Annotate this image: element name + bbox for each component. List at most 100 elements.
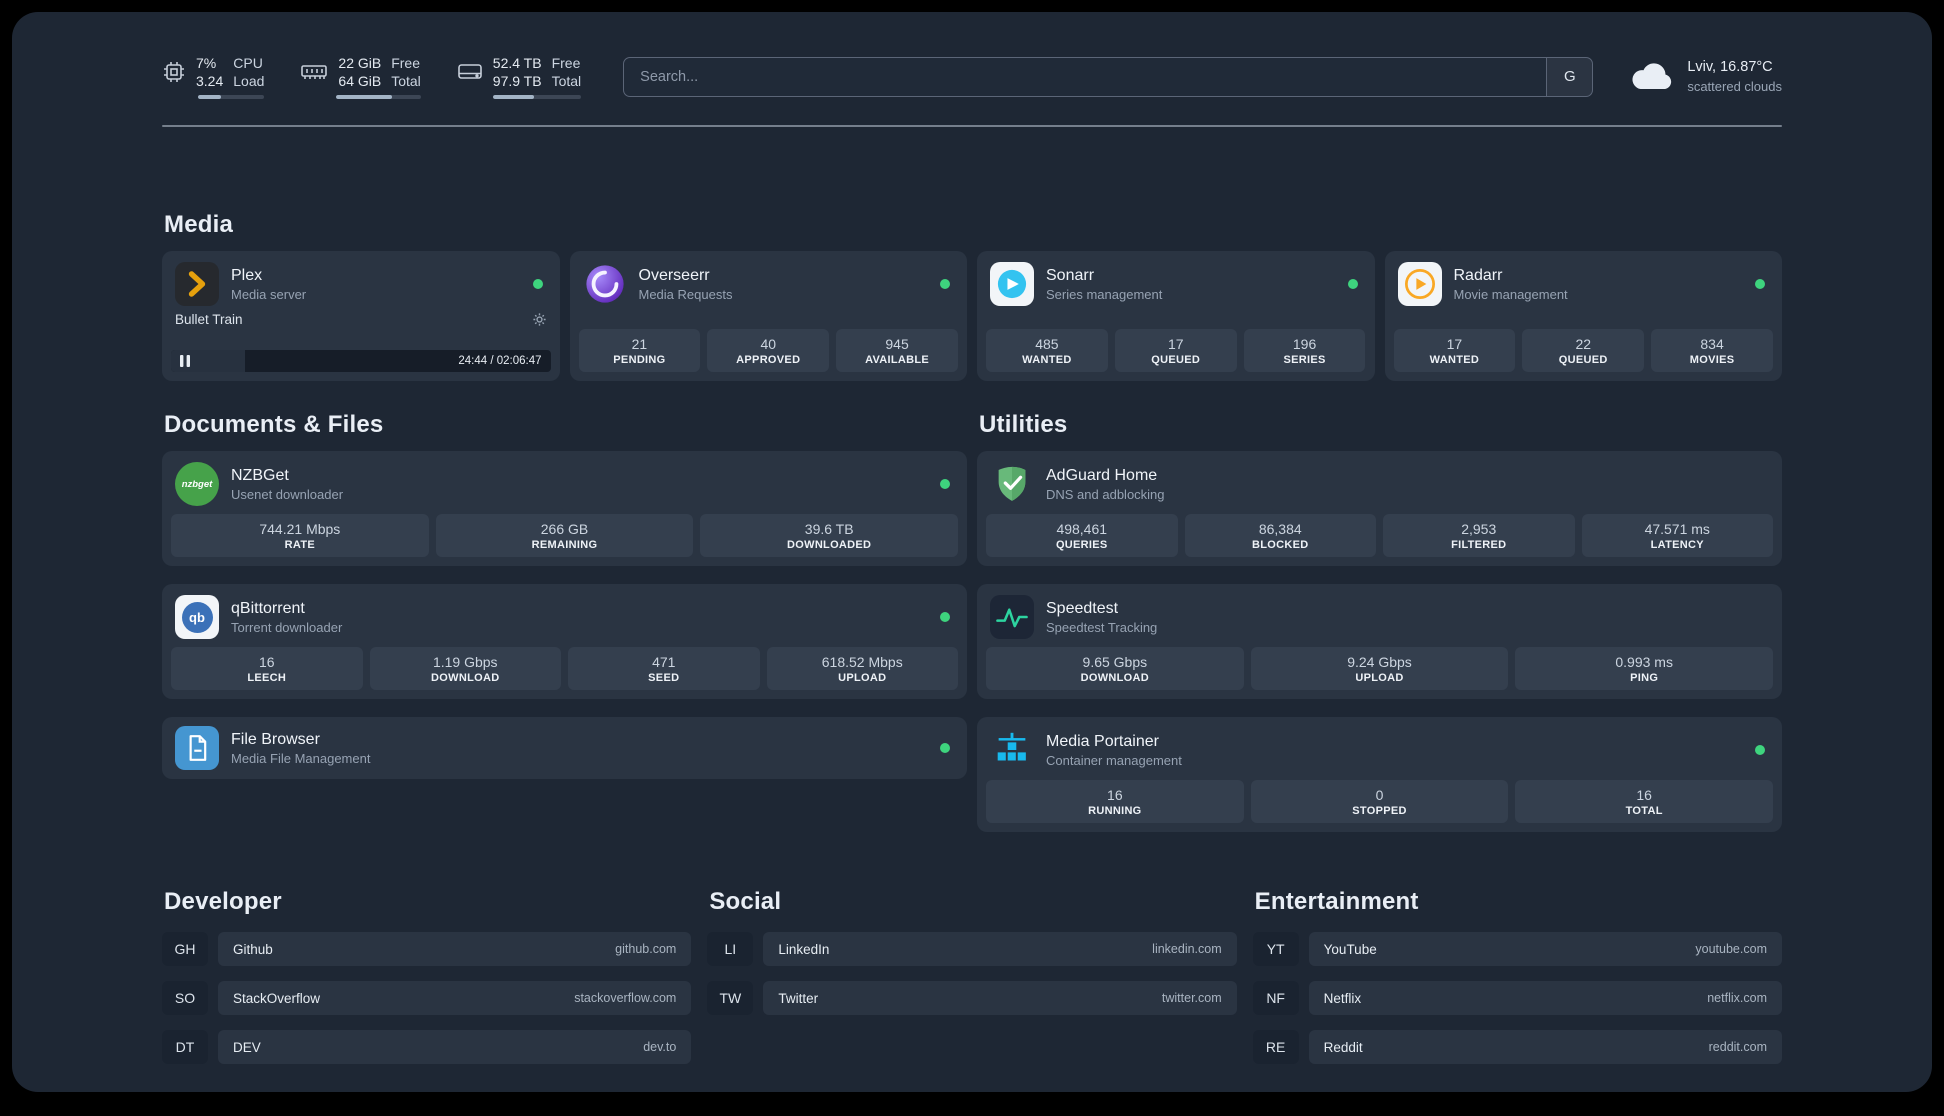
memory-label-1: Free <box>391 55 421 71</box>
radarr-link[interactable]: Radarr Movie management <box>1394 260 1774 308</box>
cpu-icon <box>162 60 186 84</box>
bookmark-github[interactable]: GH Github github.com <box>162 932 692 967</box>
service-subtitle: DNS and adblocking <box>1046 486 1165 502</box>
qbittorrent-stats: 16 LEECH 1.19 Gbps DOWNLOAD 471 SEED 618… <box>171 647 958 691</box>
service-name: AdGuard Home <box>1046 466 1158 484</box>
service-name: Plex <box>231 266 263 284</box>
cpu-label-2: Load <box>233 73 265 90</box>
bookmark-abbr: DT <box>162 1030 208 1065</box>
bookmark-name: StackOverflow <box>233 990 321 1006</box>
bookmark-domain: stackoverflow.com <box>574 991 677 1006</box>
memory-values: 22 GiB 64 GiB <box>338 54 381 90</box>
stat-rate: 744.21 Mbps RATE <box>171 514 429 558</box>
bookmark-domain: twitter.com <box>1161 991 1222 1006</box>
nzbget-link[interactable]: nzbget NZBGet Usenet downloader <box>171 460 958 508</box>
cpu-load: 3.24 <box>196 73 224 90</box>
stat-latency: 47.571 ms LATENCY <box>1581 514 1773 558</box>
bookmark-reddit[interactable]: RE Reddit reddit.com <box>1252 1030 1782 1065</box>
service-name: File Browser <box>231 730 320 748</box>
plex-link[interactable]: Plex Media server <box>171 260 551 308</box>
cpu-label-1: CPU <box>233 55 263 71</box>
stat-series: 196 SERIES <box>1243 329 1366 373</box>
service-name: Media Portainer <box>1046 732 1159 750</box>
filebrowser-icon <box>175 726 219 771</box>
overseerr-link[interactable]: Overseerr Media Requests <box>579 260 959 308</box>
bookmark-name: Github <box>233 941 273 957</box>
header-divider <box>162 125 1782 128</box>
bookmark-youtube[interactable]: YT YouTube youtube.com <box>1252 932 1782 967</box>
overseerr-stats: 21 PENDING 40 APPROVED 945 AVAILABLE <box>578 329 959 373</box>
stat-downloaded: 39.6 TB DOWNLOADED <box>700 514 959 558</box>
section-utilities: Utilities AdGuard Home DNS and adblockin… <box>977 411 1782 833</box>
sonarr-link[interactable]: Sonarr Series management <box>986 260 1366 308</box>
search-provider-button[interactable]: G <box>1546 57 1593 96</box>
disk-label-2: Total <box>551 73 582 90</box>
service-name: Speedtest <box>1046 599 1119 617</box>
stat-running: 16 RUNNING <box>986 780 1244 824</box>
disk-labels: Free Total <box>552 54 582 90</box>
stat-blocked: 86,384 BLOCKED <box>1184 514 1376 558</box>
disk-icon <box>457 60 483 84</box>
cpu-progress-bar <box>198 95 265 100</box>
resource-widgets: 7% 3.24 CPU Load 22 GiB 64 GiB Free Tota… <box>162 54 582 100</box>
sonarr-stats: 485 WANTED 17 QUEUED 196 SERIES <box>986 329 1366 373</box>
search-input[interactable] <box>624 57 1547 96</box>
gear-icon[interactable] <box>532 312 547 327</box>
adguard-link[interactable]: AdGuard Home DNS and adblocking <box>986 460 1773 508</box>
plex-icon <box>175 262 219 307</box>
bookmark-bar: LinkedIn linkedin.com <box>763 932 1237 967</box>
bookmark-bar: DEV dev.to <box>218 1030 692 1065</box>
service-subtitle: Speedtest Tracking <box>1046 619 1158 635</box>
bookmark-twitter[interactable]: TW Twitter twitter.com <box>707 981 1237 1016</box>
bookmark-dev[interactable]: DT DEV dev.to <box>162 1030 692 1065</box>
status-indicator <box>1347 279 1358 290</box>
adguard-shield-icon <box>990 462 1034 506</box>
cpu-labels: CPU Load <box>233 54 264 90</box>
memory-total: 64 GiB <box>338 73 382 90</box>
stat-seed: 471 SEED <box>568 647 760 691</box>
service-subtitle: Media Requests <box>638 286 733 302</box>
bookmark-domain: netflix.com <box>1707 991 1767 1006</box>
developer-section-title: Developer <box>164 888 282 916</box>
speedtest-link[interactable]: Speedtest Speedtest Tracking <box>986 593 1773 641</box>
bookmark-name: YouTube <box>1323 941 1377 957</box>
speedtest-pulse-icon <box>990 595 1034 640</box>
card-filebrowser: File Browser Media File Management <box>162 717 967 780</box>
bookmark-netflix[interactable]: NF Netflix netflix.com <box>1252 981 1782 1016</box>
sonarr-icon <box>990 262 1034 307</box>
utilities-section-title: Utilities <box>979 411 1068 439</box>
status-indicator <box>940 612 950 623</box>
qbittorrent-link[interactable]: qb qBittorrent Torrent downloader <box>171 593 958 641</box>
memory-progress-bar <box>336 95 421 100</box>
bookmark-linkedin[interactable]: LI LinkedIn linkedin.com <box>707 932 1237 967</box>
service-subtitle: Torrent downloader <box>231 619 343 635</box>
stat-ping: 0.993 ms PING <box>1515 647 1774 691</box>
service-subtitle: Media File Management <box>231 750 371 766</box>
card-sonarr: Sonarr Series management 485 WANTED 17 Q… <box>977 251 1375 382</box>
card-nzbget: nzbget NZBGet Usenet downloader 744.21 M… <box>162 451 967 567</box>
bookmark-abbr: SO <box>162 981 208 1016</box>
cpu-values: 7% 3.24 <box>196 54 223 90</box>
stat-wanted: 17 WANTED <box>1393 329 1516 373</box>
status-indicator <box>1755 279 1765 290</box>
stat-total: 16 TOTAL <box>1515 780 1774 824</box>
weather-condition: scattered clouds <box>1687 78 1782 94</box>
pause-icon[interactable] <box>180 355 190 368</box>
cpu-progress-fill <box>198 95 221 100</box>
memory-labels: Free Total <box>391 54 421 90</box>
bookmark-stackoverflow[interactable]: SO StackOverflow stackoverflow.com <box>162 981 692 1016</box>
card-speedtest: Speedtest Speedtest Tracking 9.65 Gbps D… <box>977 584 1782 700</box>
cpu-usage: 7% <box>196 55 217 71</box>
memory-icon <box>300 60 328 84</box>
bookmark-domain: youtube.com <box>1695 942 1767 957</box>
playback-progress-bar: 24:44 / 02:06:47 <box>171 350 551 373</box>
qbittorrent-icon: qb <box>175 595 219 640</box>
radarr-stats: 17 WANTED 22 QUEUED 834 MOVIES <box>1393 329 1774 373</box>
filebrowser-link[interactable]: File Browser Media File Management <box>171 724 958 772</box>
stat-pending: 21 PENDING <box>578 329 701 373</box>
bookmark-domain: linkedin.com <box>1152 942 1222 957</box>
stat-download: 1.19 Gbps DOWNLOAD <box>369 647 561 691</box>
bookmark-domain: reddit.com <box>1708 1040 1767 1055</box>
portainer-link[interactable]: Media Portainer Container management <box>986 726 1773 774</box>
portainer-crane-icon <box>990 728 1034 772</box>
